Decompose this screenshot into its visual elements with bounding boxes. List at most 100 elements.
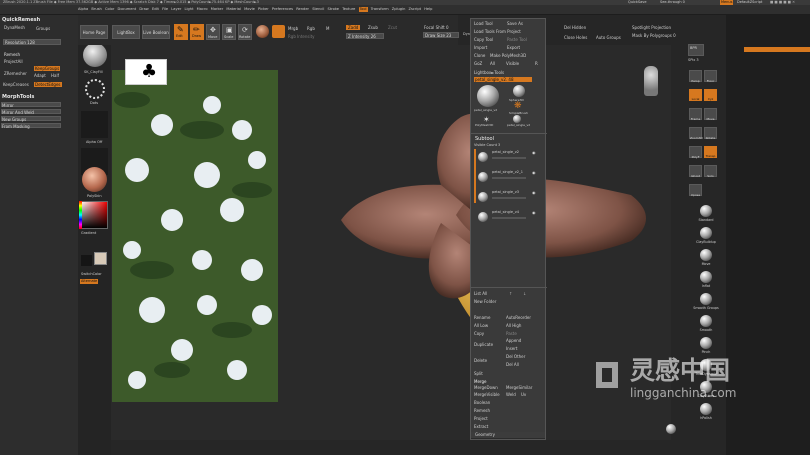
menu-zscript[interactable]: Zscript [409, 7, 421, 12]
projectall-button[interactable]: ProjectAll [4, 59, 23, 64]
color-picker[interactable] [80, 201, 108, 229]
menu-stencil[interactable]: Stencil [312, 7, 324, 12]
all-button[interactable]: All [490, 61, 495, 66]
subtool-opacity-slider[interactable] [492, 197, 526, 199]
load-tools-project-button[interactable]: Load Tools From Project [474, 29, 521, 34]
menu-texture[interactable]: Texture [342, 7, 355, 12]
move-button[interactable]: Move [704, 108, 717, 121]
alternate-button[interactable]: Alternate [80, 279, 99, 284]
menu-light[interactable]: Light [185, 7, 194, 12]
menu-brush[interactable]: Brush [91, 7, 101, 12]
brush-item[interactable]: Standard [686, 205, 726, 227]
current-brush-icon[interactable] [83, 43, 107, 67]
lightbox-button[interactable]: LightBox [112, 25, 140, 39]
menu-edit[interactable]: Edit [152, 7, 159, 12]
menu-document[interactable]: Document [118, 7, 137, 12]
visibility-eye-icon[interactable]: ◉ [532, 190, 536, 195]
copy-button[interactable]: Copy [474, 331, 484, 336]
half-toggle[interactable]: Half [51, 73, 59, 78]
brush-item[interactable]: Smooth Groups [686, 293, 726, 315]
simplebrush-icon[interactable]: ❋ [514, 101, 522, 111]
subtool-down-arrow[interactable]: ↓ [523, 291, 526, 296]
menu-alpha[interactable]: Alpha [78, 7, 88, 12]
all-high-button[interactable]: All High [506, 323, 521, 328]
zremesher-button[interactable]: ZRemesher [4, 71, 27, 76]
bust-preview-icon[interactable] [644, 66, 658, 96]
material-quick-icon[interactable] [256, 25, 269, 38]
detectedges-toggle[interactable]: DetectEdges [34, 82, 62, 87]
lightbox-tools-button[interactable]: Lightbox►Tools [474, 70, 504, 75]
frame-button[interactable]: Frame [689, 108, 702, 121]
mergevisible-button[interactable]: MergeVisible [474, 392, 500, 397]
tool-thumb-petal[interactable] [477, 85, 499, 107]
menu-transform[interactable]: Transform [371, 7, 389, 12]
resolution-slider[interactable]: Resolution 128 [3, 39, 61, 45]
menu-movie[interactable]: Movie [244, 7, 255, 12]
rename-button[interactable]: Rename [474, 315, 490, 320]
mrgb-icon[interactable] [272, 25, 285, 38]
tool-thumb-petal-2[interactable] [513, 115, 521, 123]
paste-button[interactable]: Paste [506, 331, 517, 336]
subtool-row[interactable]: petal_single_v4 ◉ [474, 209, 542, 227]
menu-macro[interactable]: Macro [197, 7, 208, 12]
mirror-weld-button[interactable]: Mirror And Weld [1, 109, 61, 115]
brush-item[interactable]: ClayBuildup [686, 227, 726, 249]
keepcreases-toggle[interactable]: KeepCreases [3, 82, 29, 87]
menu-zplugin[interactable]: Zplugin [392, 7, 406, 12]
visibility-eye-icon[interactable]: ◉ [532, 170, 536, 175]
spix-slider[interactable]: SPix 3 [688, 58, 699, 63]
copy-tool-button[interactable]: Copy Tool [474, 37, 493, 42]
floor-button[interactable]: Floor [704, 70, 717, 83]
gradient-label[interactable]: Gradient [81, 231, 96, 236]
goz-button[interactable]: GoZ [474, 61, 482, 66]
menu-picker[interactable]: Picker [258, 7, 269, 12]
scale-mode-button[interactable]: Scale ▣ [222, 24, 236, 40]
list-all-button[interactable]: List All [474, 291, 487, 296]
auto-groups-button[interactable]: Auto Groups [596, 35, 621, 40]
weld-toggle[interactable]: Weld [506, 392, 516, 397]
merge-section[interactable]: Merge [474, 379, 487, 384]
edit-mode-button[interactable]: Edit ✎ [174, 24, 188, 40]
xpose-button[interactable]: Xpose [689, 184, 702, 197]
liveboolean-button[interactable]: Live Boolean [142, 25, 170, 39]
export-button[interactable]: Export [507, 45, 520, 50]
subtool-opacity-slider[interactable] [492, 157, 526, 159]
zadd-toggle[interactable]: Zadd [346, 25, 361, 30]
rgb-intensity-slider[interactable]: Rgb Intensity [288, 34, 315, 39]
menu-tool[interactable]: Tool [358, 7, 368, 12]
transp-button[interactable]: Transp [704, 146, 717, 158]
adapt-toggle[interactable]: Adapt [34, 73, 46, 78]
brush-item[interactable]: Move [686, 249, 726, 271]
visible-button[interactable]: Visible [506, 61, 519, 66]
primary-color-swatch[interactable] [81, 255, 92, 266]
del-other-button[interactable]: Del Other [506, 354, 525, 359]
delete-button[interactable]: Delete [474, 358, 487, 363]
mergesimilar-button[interactable]: MergeSimilar [506, 385, 532, 390]
remesh-button[interactable]: Remesh [4, 52, 20, 57]
import-button[interactable]: Import [474, 45, 487, 50]
visibility-eye-icon[interactable]: ◉ [532, 150, 536, 155]
extract-section[interactable]: Extract [474, 424, 488, 429]
append-button[interactable]: Append [506, 338, 521, 343]
hue-strip[interactable] [79, 201, 82, 229]
menu-marker[interactable]: Marker [211, 7, 223, 12]
r-button[interactable]: R [535, 61, 538, 66]
solo-button[interactable]: Solo [704, 165, 717, 178]
subtool-row[interactable]: petal_single_v3 ◉ [474, 189, 542, 207]
menu-layer[interactable]: Layer [171, 7, 181, 12]
all-low-button[interactable]: All Low [474, 323, 488, 328]
persp-button[interactable]: Persp [689, 70, 702, 83]
homepage-button[interactable]: Home Page [80, 25, 108, 39]
menu-stroke[interactable]: Stroke [328, 7, 339, 12]
bpr-button[interactable]: BPR [688, 44, 704, 56]
zsub-toggle[interactable]: Zsub [368, 25, 378, 30]
close-holes-button[interactable]: Close Holes [564, 35, 587, 40]
spotlight-projection-toggle[interactable]: Spotlight Projection [632, 25, 671, 30]
local-button[interactable]: Local [689, 89, 702, 101]
menu-file[interactable]: File [162, 7, 168, 12]
tool-thumb-sphere[interactable] [513, 85, 525, 97]
del-all-button[interactable]: Del All [506, 362, 519, 367]
save-as-button[interactable]: Save As [507, 21, 523, 26]
make-polymesh-button[interactable]: Make PolyMesh3D [490, 53, 526, 58]
keepgroups-toggle[interactable]: KeepGroups [34, 66, 61, 71]
